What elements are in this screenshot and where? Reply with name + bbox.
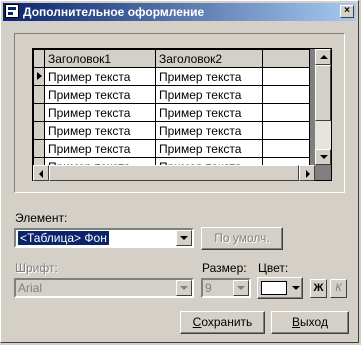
element-dropdown-button[interactable] [176,230,192,246]
horizontal-scroll-thumb[interactable] [49,165,299,181]
grid-corner-cell [33,49,45,68]
scroll-up-button[interactable] [315,49,331,65]
element-label: Элемент: [15,211,68,225]
default-button[interactable]: По умолч. [201,227,283,250]
arrow-down-icon [320,155,328,159]
font-dropdown-button[interactable] [176,280,192,296]
element-select-value: <Таблица> Фон [18,231,109,245]
size-dropdown-button[interactable] [233,280,249,296]
dialog-window: Дополнительное оформление × Заголовок1 З… [0,0,359,343]
grid-cell[interactable]: Пример текста [155,103,263,122]
table-row[interactable]: Пример текста Пример текста [33,103,310,122]
row-selector[interactable] [33,121,45,140]
grid-column-header[interactable] [262,49,310,68]
grid-cell[interactable] [262,85,310,104]
color-picker[interactable] [257,277,303,299]
row-selector[interactable] [33,139,45,158]
title-bar[interactable]: Дополнительное оформление × [3,3,356,21]
font-select[interactable]: Arial [14,278,194,298]
preview-grid[interactable]: Заголовок1 Заголовок2 Пример текста Прим… [32,48,332,181]
grid-column-header[interactable]: Заголовок2 [155,49,263,68]
table-row[interactable]: Пример текста Пример текста [33,121,310,140]
vertical-scroll-thumb[interactable] [315,65,331,121]
font-label: Шрифт: [15,261,58,275]
current-row-icon [37,72,42,80]
grid-cell[interactable]: Пример текста [155,121,263,140]
chevron-down-icon [180,286,188,290]
window-title: Дополнительное оформление [23,5,205,19]
grid-cell[interactable]: Пример текста [44,67,156,86]
row-selector[interactable] [33,67,45,86]
size-select[interactable]: 9 [201,278,251,298]
exit-button-accel: В [292,315,301,329]
chevron-down-icon [237,286,245,290]
grid-cell[interactable] [262,67,310,86]
scroll-right-button[interactable] [299,165,315,181]
grid-cell[interactable] [262,139,310,158]
size-select-value: 9 [205,281,212,295]
grid-cell[interactable]: Пример текста [44,139,156,158]
exit-button[interactable]: Выход [271,311,349,334]
size-label: Размер: [202,261,247,275]
grid-cell[interactable]: Пример текста [155,139,263,158]
table-row[interactable]: Пример текста Пример текста [33,67,310,86]
element-select[interactable]: <Таблица> Фон [14,228,194,248]
table-row[interactable]: Пример текста Пример текста [33,85,310,104]
vertical-scrollbar[interactable] [315,49,331,165]
italic-button[interactable]: К [330,279,347,298]
row-selector[interactable] [33,85,45,104]
exit-button-label: ыход [300,315,328,329]
grid-cell[interactable] [262,103,310,122]
grid-cell[interactable] [262,121,310,140]
horizontal-scrollbar[interactable] [33,165,315,181]
color-label: Цвет: [258,261,289,275]
app-icon [5,4,19,18]
grid-cell[interactable]: Пример текста [155,85,263,104]
grid-column-header[interactable]: Заголовок1 [44,49,156,68]
close-button[interactable]: × [340,5,354,18]
scroll-left-button[interactable] [33,165,49,181]
table-row[interactable]: Пример текста Пример текста [33,139,310,158]
grid-cell[interactable]: Пример текста [44,85,156,104]
save-button[interactable]: Сохранить [180,311,265,334]
save-button-label: охранить [201,315,253,329]
bold-button[interactable]: Ж [310,279,327,298]
grid-cell[interactable]: Пример текста [44,103,156,122]
font-select-value: Arial [18,281,43,295]
color-swatch [261,281,287,295]
chevron-down-icon [180,236,188,240]
grid-cell[interactable]: Пример текста [44,121,156,140]
grid-table: Заголовок1 Заголовок2 Пример текста Прим… [33,49,310,176]
row-selector[interactable] [33,103,45,122]
chevron-down-icon [292,286,300,290]
grid-header-row: Заголовок1 Заголовок2 [33,49,310,68]
grid-cell[interactable]: Пример текста [155,67,263,86]
arrow-left-icon [39,170,43,178]
scroll-down-button[interactable] [315,149,331,165]
arrow-up-icon [320,55,328,59]
arrow-right-icon [306,170,310,178]
